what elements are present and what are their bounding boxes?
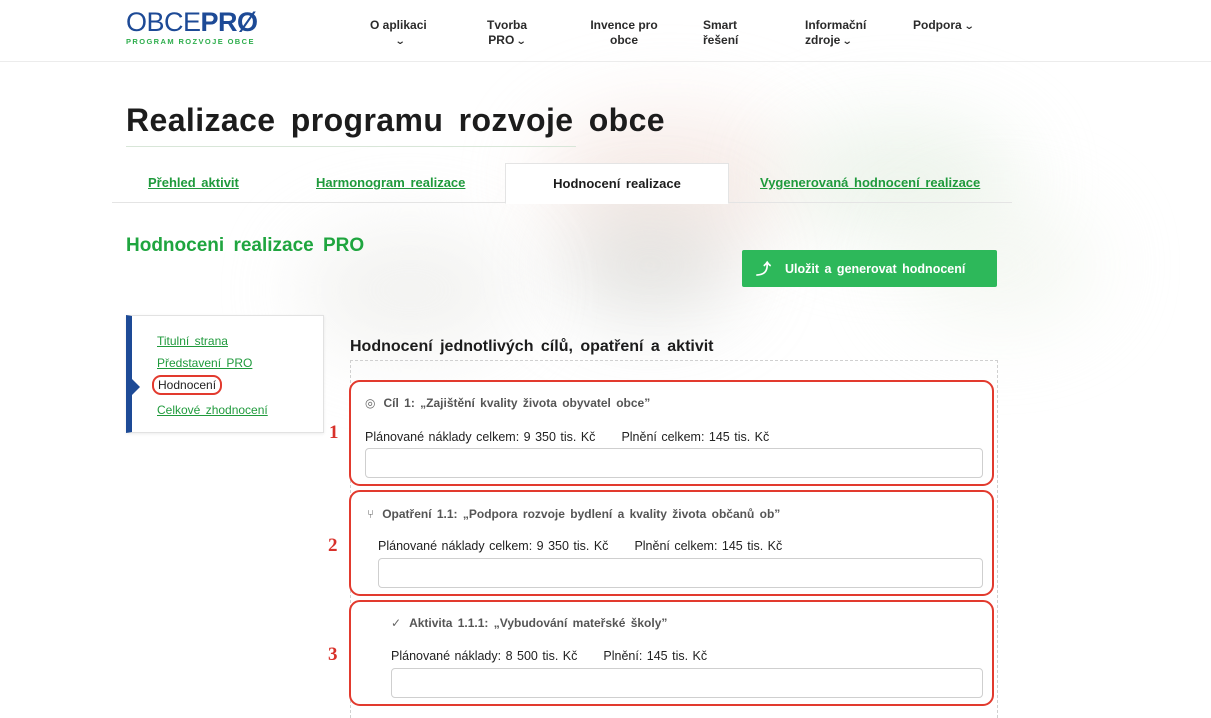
- measure-evaluation-input[interactable]: [378, 558, 983, 588]
- planned-costs: Plánované náklady celkem: 9 350 tis. Kč: [378, 539, 609, 553]
- branch-icon: ⑂: [367, 507, 375, 521]
- goal-card: ◎ Cíl 1: „Zajištění kvality života obyva…: [349, 380, 994, 486]
- fulfilled-costs: Plnění celkem: 145 tis. Kč: [621, 430, 770, 444]
- tab-vygenerovana-hodnoceni[interactable]: Vygenerovaná hodnocení realizace: [760, 163, 980, 203]
- measure-title: ⑂ Opatření 1.1: „Podpora rozvoje bydlení…: [367, 507, 781, 521]
- logo-subtitle: PROGRAM ROZVOJE OBCE: [126, 37, 255, 46]
- planned-costs: Plánované náklady: 8 500 tis. Kč: [391, 649, 578, 663]
- nav-podpora[interactable]: Podpora ⌄: [913, 18, 975, 34]
- target-icon: ◎: [365, 396, 376, 410]
- measure-card: ⑂ Opatření 1.1: „Podpora rozvoje bydlení…: [349, 490, 994, 596]
- side-menu-item-celkove-zhodnoceni[interactable]: Celkové zhodnocení: [157, 403, 268, 417]
- chevron-down-icon: ⌄: [963, 21, 975, 32]
- side-menu: Titulní strana Představení PRO Hodnocení…: [126, 315, 324, 433]
- nav-informacni-zdroje[interactable]: Informační zdroje ⌄: [805, 18, 875, 49]
- planned-costs: Plánované náklady celkem: 9 350 tis. Kč: [365, 430, 596, 444]
- page-title: Realizace programu rozvoje obce: [126, 102, 666, 138]
- activity-card: ✓ Aktivita 1.1.1: „Vybudování mateřské š…: [349, 600, 994, 706]
- merge-icon: ⤴: [756, 261, 772, 278]
- tab-prehled-aktivit[interactable]: Přehled aktivit: [148, 163, 239, 203]
- annotation-number-3: 3: [328, 644, 338, 665]
- evaluation-heading: Hodnocení jednotlivých cílů, opatření a …: [350, 338, 714, 355]
- nav-smart-reseni[interactable]: Smart řešení: [703, 18, 745, 48]
- save-and-generate-label: Uložit a generovat hodnocení: [785, 261, 966, 276]
- annotation-number-2: 2: [328, 535, 338, 556]
- measure-costs: Plánované náklady celkem: 9 350 tis. Kč P…: [378, 539, 782, 553]
- site-header: OBCEPRØ PROGRAM ROZVOJE OBCE O aplikaci ⌄…: [0, 0, 1211, 62]
- annotation-number-1: 1: [329, 422, 339, 443]
- activity-costs: Plánované náklady: 8 500 tis. Kč Plnění: …: [391, 649, 707, 663]
- goal-evaluation-input[interactable]: [365, 448, 983, 478]
- activity-title: ✓ Aktivita 1.1.1: „Vybudování mateřské š…: [391, 616, 668, 630]
- logo-wordmark: OBCEPRØ: [126, 7, 258, 37]
- check-circle-icon: ✓: [391, 616, 402, 630]
- side-menu-item-titulni-strana[interactable]: Titulní strana: [157, 334, 228, 348]
- chevron-down-icon: ⌄: [842, 36, 853, 47]
- side-menu-item-predstaveni-pro[interactable]: Představení PRO: [157, 356, 252, 370]
- logo[interactable]: OBCEPRØ PROGRAM ROZVOJE OBCE: [126, 7, 296, 47]
- active-pointer-icon: [131, 378, 140, 396]
- nav-o-aplikaci[interactable]: O aplikaci ⌄: [370, 18, 427, 49]
- activity-evaluation-input[interactable]: [391, 668, 983, 698]
- fulfilled-costs: Plnění celkem: 145 tis. Kč: [634, 539, 783, 553]
- goal-costs: Plánované náklady celkem: 9 350 tis. Kč P…: [365, 430, 769, 444]
- section-title: Hodnoceni realizace PRO: [126, 235, 365, 256]
- save-and-generate-button[interactable]: ⤴ Uložit a generovat hodnocení: [742, 250, 997, 287]
- nav-tvorba-pro[interactable]: Tvorba PRO ⌄: [480, 18, 534, 49]
- tab-hodnoceni-realizace[interactable]: Hodnocení realizace: [505, 163, 729, 204]
- fulfilled-costs: Plnění: 145 tis. Kč: [603, 649, 708, 663]
- goal-title: ◎ Cíl 1: „Zajištění kvality života obyva…: [365, 396, 651, 410]
- tab-harmonogram-realizace[interactable]: Harmonogram realizace: [316, 163, 465, 203]
- title-divider: [126, 146, 576, 147]
- side-menu-item-hodnoceni[interactable]: Hodnocení: [152, 375, 223, 395]
- nav-invence-pro-obce[interactable]: Invence pro obce: [585, 18, 663, 48]
- chevron-down-icon: ⌄: [516, 36, 527, 47]
- chevron-down-icon: ⌄: [394, 36, 406, 47]
- background-blur: [560, 210, 740, 320]
- tab-bar: Přehled aktivit Harmonogram realizace Ho…: [112, 163, 1012, 204]
